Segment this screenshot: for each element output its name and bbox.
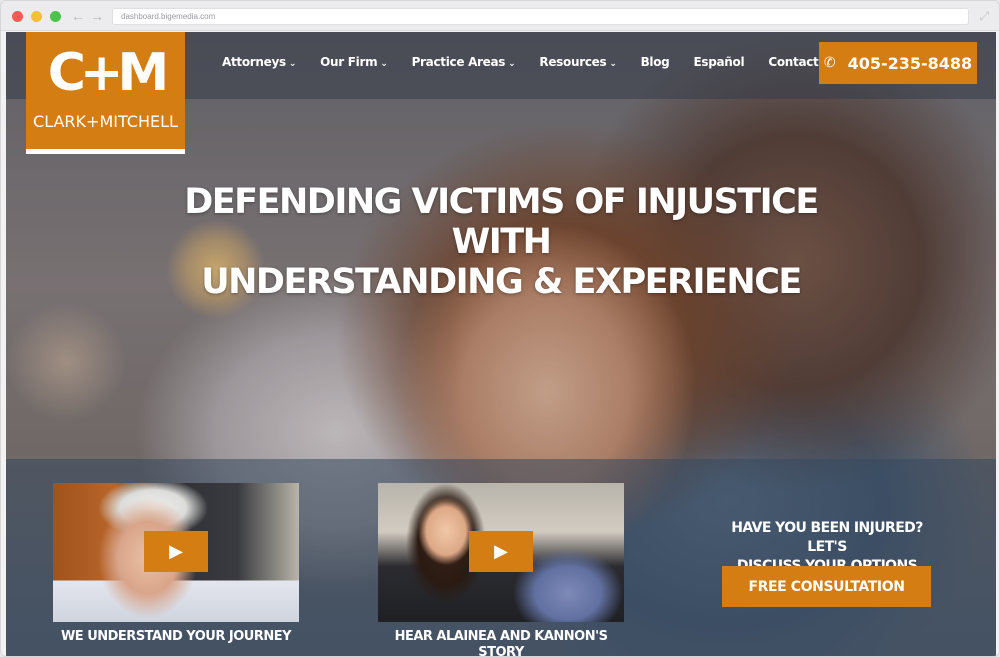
cta-heading-line1: HAVE YOU BEEN INJURED? LET'S [731,520,923,555]
hero-headline: DEFENDING VICTIMS OF INJUSTICE WITH UNDE… [136,182,866,302]
nav-item-label: Resources [539,55,607,69]
chevron-down-icon: ⌄ [380,59,388,69]
logo-mark: C+M [47,43,169,103]
nav-item-practice-areas[interactable]: Practice Areas ⌄ [412,52,516,72]
play-icon[interactable]: ▶ [469,531,533,572]
hero-headline-line2: UNDERSTANDING & EXPERIENCE [201,262,802,302]
video-caption-journey[interactable]: WE UNDERSTAND YOUR JOURNEY [53,629,299,645]
main-navigation: Attorneys ⌄ Our Firm ⌄ Practice Areas ⌄ Res… [222,52,863,72]
play-icon[interactable]: ▶ [144,531,208,572]
chevron-down-icon: ⌄ [609,59,617,69]
nav-item-espanol[interactable]: Español [693,52,744,72]
video-thumbnail-story[interactable]: ▶ [378,483,624,622]
nav-item-label: Practice Areas [411,55,506,69]
phone-number: 405-235-8488 [847,53,973,73]
maximize-window-button[interactable] [50,11,61,22]
nav-item-label: Español [693,55,745,69]
site-logo[interactable]: C+M CLARK+MITCHELL [26,32,185,154]
nav-item-resources[interactable]: Resources ⌄ [539,52,616,72]
nav-item-label: Blog [640,55,670,69]
nav-item-blog[interactable]: Blog [641,52,670,72]
logo-firm-name: CLARK+MITCHELL [33,112,178,131]
video-caption-story[interactable]: HEAR ALAINEA AND KANNON'S STORY [378,629,624,656]
forward-arrow-icon[interactable]: → [90,7,104,25]
fullscreen-icon[interactable]: ⤢ [979,8,989,24]
nav-item-label: Attorneys [222,55,286,69]
hero-headline-line1: DEFENDING VICTIMS OF INJUSTICE WITH [184,182,819,262]
nav-item-our-firm[interactable]: Our Firm ⌄ [320,52,388,72]
web-page: C+M CLARK+MITCHELL Attorneys ⌄ Our Firm ⌄ … [6,32,996,656]
video-thumbnail-journey[interactable]: ▶ [53,483,299,622]
nav-item-attorneys[interactable]: Attorneys ⌄ [222,52,296,72]
phone-icon: ✆ [823,55,836,71]
free-consultation-button[interactable]: FREE CONSULTATION [722,566,931,607]
address-bar[interactable]: dashboard.bigemedia.com [112,8,969,25]
nav-item-label: Our Firm [320,55,378,69]
chevron-down-icon: ⌄ [288,59,297,69]
close-window-button[interactable] [12,11,23,22]
chevron-down-icon: ⌄ [508,59,516,69]
browser-window: ← → dashboard.bigemedia.com ⤢ C+M CLARK+… [0,0,1000,657]
browser-toolbar: ← → dashboard.bigemedia.com ⤢ [1,1,999,31]
phone-call-button[interactable]: ✆ 405-235-8488 [819,42,977,84]
minimize-window-button[interactable] [31,11,42,22]
back-arrow-icon[interactable]: ← [71,7,85,25]
